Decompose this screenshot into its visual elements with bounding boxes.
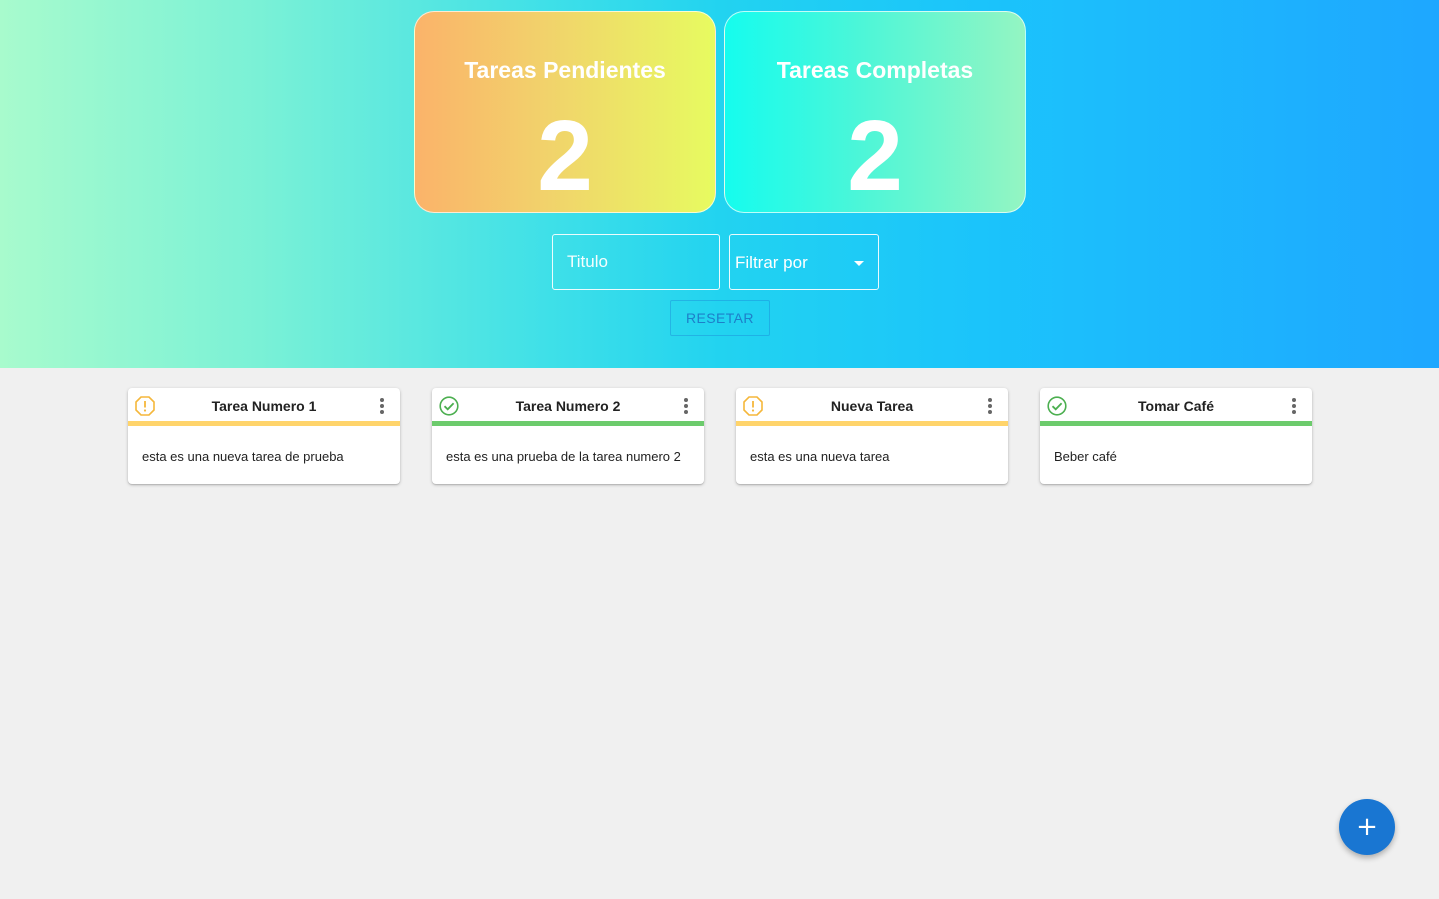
pending-tasks-title: Tareas Pendientes xyxy=(464,57,666,83)
dropdown-arrow-icon xyxy=(854,261,864,266)
task-card-header: Tarea Numero 1 xyxy=(128,388,400,421)
task-title: Nueva Tarea xyxy=(830,398,914,414)
completed-tasks-card: Tareas Completas 2 xyxy=(724,11,1026,213)
task-description: esta es una prueba de la tarea numero 2 xyxy=(446,449,681,464)
more-options-icon[interactable] xyxy=(1290,398,1298,414)
alert-icon xyxy=(135,396,155,416)
more-options-icon[interactable] xyxy=(682,398,690,414)
header-banner: Tareas Pendientes 2 Tareas Completas 2 F… xyxy=(0,0,1439,368)
task-title: Tarea Numero 1 xyxy=(211,398,317,414)
task-description: esta es una nueva tarea xyxy=(750,449,890,464)
task-title: Tomar Café xyxy=(1138,398,1214,414)
task-card-header: Nueva Tarea xyxy=(736,388,1008,421)
completed-tasks-count: 2 xyxy=(847,100,903,212)
reset-button[interactable]: RESETAR xyxy=(670,300,770,336)
title-search-input[interactable] xyxy=(553,235,719,289)
filter-select[interactable]: Filtrar por xyxy=(729,234,879,290)
task-card[interactable]: Nueva Tarea esta es una nueva tarea xyxy=(736,388,1008,484)
title-search-field[interactable] xyxy=(552,234,720,290)
task-card[interactable]: Tarea Numero 1 esta es una nueva tarea d… xyxy=(128,388,400,484)
task-card-header: Tomar Café xyxy=(1040,388,1312,421)
alert-icon xyxy=(743,396,763,416)
task-card-header: Tarea Numero 2 xyxy=(432,388,704,421)
pending-tasks-count: 2 xyxy=(537,100,593,212)
pending-tasks-card: Tareas Pendientes 2 xyxy=(414,11,716,213)
plus-icon: + xyxy=(1356,812,1378,842)
more-options-icon[interactable] xyxy=(378,398,386,414)
check-circle-icon xyxy=(439,396,459,416)
task-card[interactable]: Tarea Numero 2 esta es una prueba de la … xyxy=(432,388,704,484)
more-options-icon[interactable] xyxy=(986,398,994,414)
completed-tasks-title: Tareas Completas xyxy=(776,57,974,83)
task-title: Tarea Numero 2 xyxy=(515,398,621,414)
task-description: esta es una nueva tarea de prueba xyxy=(142,449,344,464)
task-card[interactable]: Tomar Café Beber café xyxy=(1040,388,1312,484)
filter-select-label: Filtrar por xyxy=(735,253,808,272)
add-task-button[interactable]: + xyxy=(1339,799,1395,855)
check-circle-icon xyxy=(1047,396,1067,416)
task-description: Beber café xyxy=(1054,449,1117,464)
